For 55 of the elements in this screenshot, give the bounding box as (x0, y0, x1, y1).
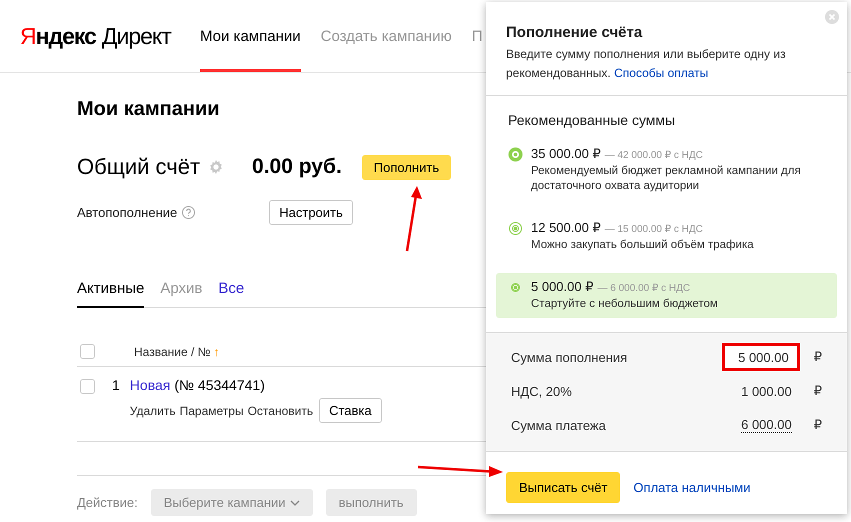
radio-icon[interactable] (508, 221, 523, 236)
option-vat: — 42 000.00 ₽ с НДС (604, 150, 703, 161)
top-up-button[interactable]: Пополнить (362, 154, 452, 180)
option-amount: 35 000.00 ₽ (531, 146, 601, 162)
currency-sign: ₽ (814, 349, 822, 365)
option-description: Можно закупать больший объём трафика (531, 238, 754, 253)
currency-sign: ₽ (814, 383, 822, 399)
column-header[interactable]: Название / № (134, 344, 210, 358)
summary-label: НДС, 20% (511, 384, 573, 398)
radio-icon[interactable] (508, 147, 523, 162)
help-icon[interactable] (182, 206, 196, 219)
option-vat: — 15 000.00 ₽ с НДС (604, 224, 703, 235)
gear-icon[interactable] (208, 159, 224, 175)
radio-icon[interactable] (508, 280, 523, 295)
amount-option[interactable]: 35 000.00 ₽ — 42 000.00 ₽ с НДС Рекомендуемый бюджет рекламной кампании для достаточного охвата аудитории (496, 140, 837, 200)
summary-label: Сумма платежа (511, 418, 607, 432)
action-link[interactable]: Удалить (130, 404, 176, 418)
amount-input[interactable]: 5 000.00 (722, 343, 800, 371)
cash-payment-link[interactable]: Оплата наличными (633, 480, 751, 495)
currency-sign: ₽ (814, 417, 822, 433)
option-vat: — 6 000.00 ₽ с НДС (598, 283, 690, 294)
account-label: Общий счёт (77, 154, 200, 180)
bid-button[interactable]: Ставка (319, 398, 382, 423)
row-checkbox[interactable] (80, 379, 95, 394)
amount-option[interactable]: 5 000.00 ₽ — 6 000.00 ₽ с НДС Стартуйте с небольшим бюджетом (496, 273, 837, 318)
balance-amount: 0.00 руб. (252, 155, 342, 179)
option-amount: 12 500.00 ₽ (531, 220, 601, 236)
summary-label: Сумма пополнения (511, 350, 628, 364)
chevron-icon (290, 500, 300, 506)
action-link[interactable]: Параметры (180, 404, 244, 418)
action-link[interactable]: Остановить (248, 404, 314, 418)
summary-value: 6 000.00 (741, 417, 792, 433)
action-label: Действие: (77, 495, 138, 510)
close-icon[interactable] (825, 10, 839, 24)
configure-button[interactable]: Настроить (269, 200, 353, 225)
popup-description: Введите сумму пополнения или выберите одну из рекомендованных. Способы оплаты (506, 46, 787, 82)
issue-invoice-button[interactable]: Выписать счёт (506, 472, 620, 503)
payment-methods-link[interactable]: Способы оплаты (614, 66, 708, 80)
summary-value: 1 000.00 (741, 384, 792, 398)
nav-tab[interactable]: Мои кампании (200, 0, 301, 72)
option-description: Стартуйте с небольшим бюджетом (531, 297, 718, 312)
amount-option[interactable]: 12 500.00 ₽ — 15 000.00 ₽ с НДС Можно закупать больший объём трафика (496, 214, 837, 259)
filter-tab[interactable]: Все (218, 280, 244, 308)
option-description: Рекомендуемый бюджет рекламной кампании для достаточного охвата аудитории (531, 164, 802, 194)
page-title: Мои кампании (77, 98, 221, 121)
filter-tab[interactable]: Активные (77, 280, 144, 308)
row-number: 1 (112, 377, 120, 395)
option-amount: 5 000.00 ₽ (531, 279, 594, 295)
select-all-checkbox[interactable] (80, 344, 95, 359)
popup-title: Пополнение счёта (506, 24, 644, 41)
campaign-link[interactable]: Новая (130, 377, 170, 393)
logo[interactable]: Яндекс Директ (20, 22, 200, 50)
autopay-label: Автопополнение (77, 205, 178, 220)
section-title: Рекомендованные суммы (507, 112, 676, 130)
campaign-number: (№ 45344741) (174, 377, 265, 393)
